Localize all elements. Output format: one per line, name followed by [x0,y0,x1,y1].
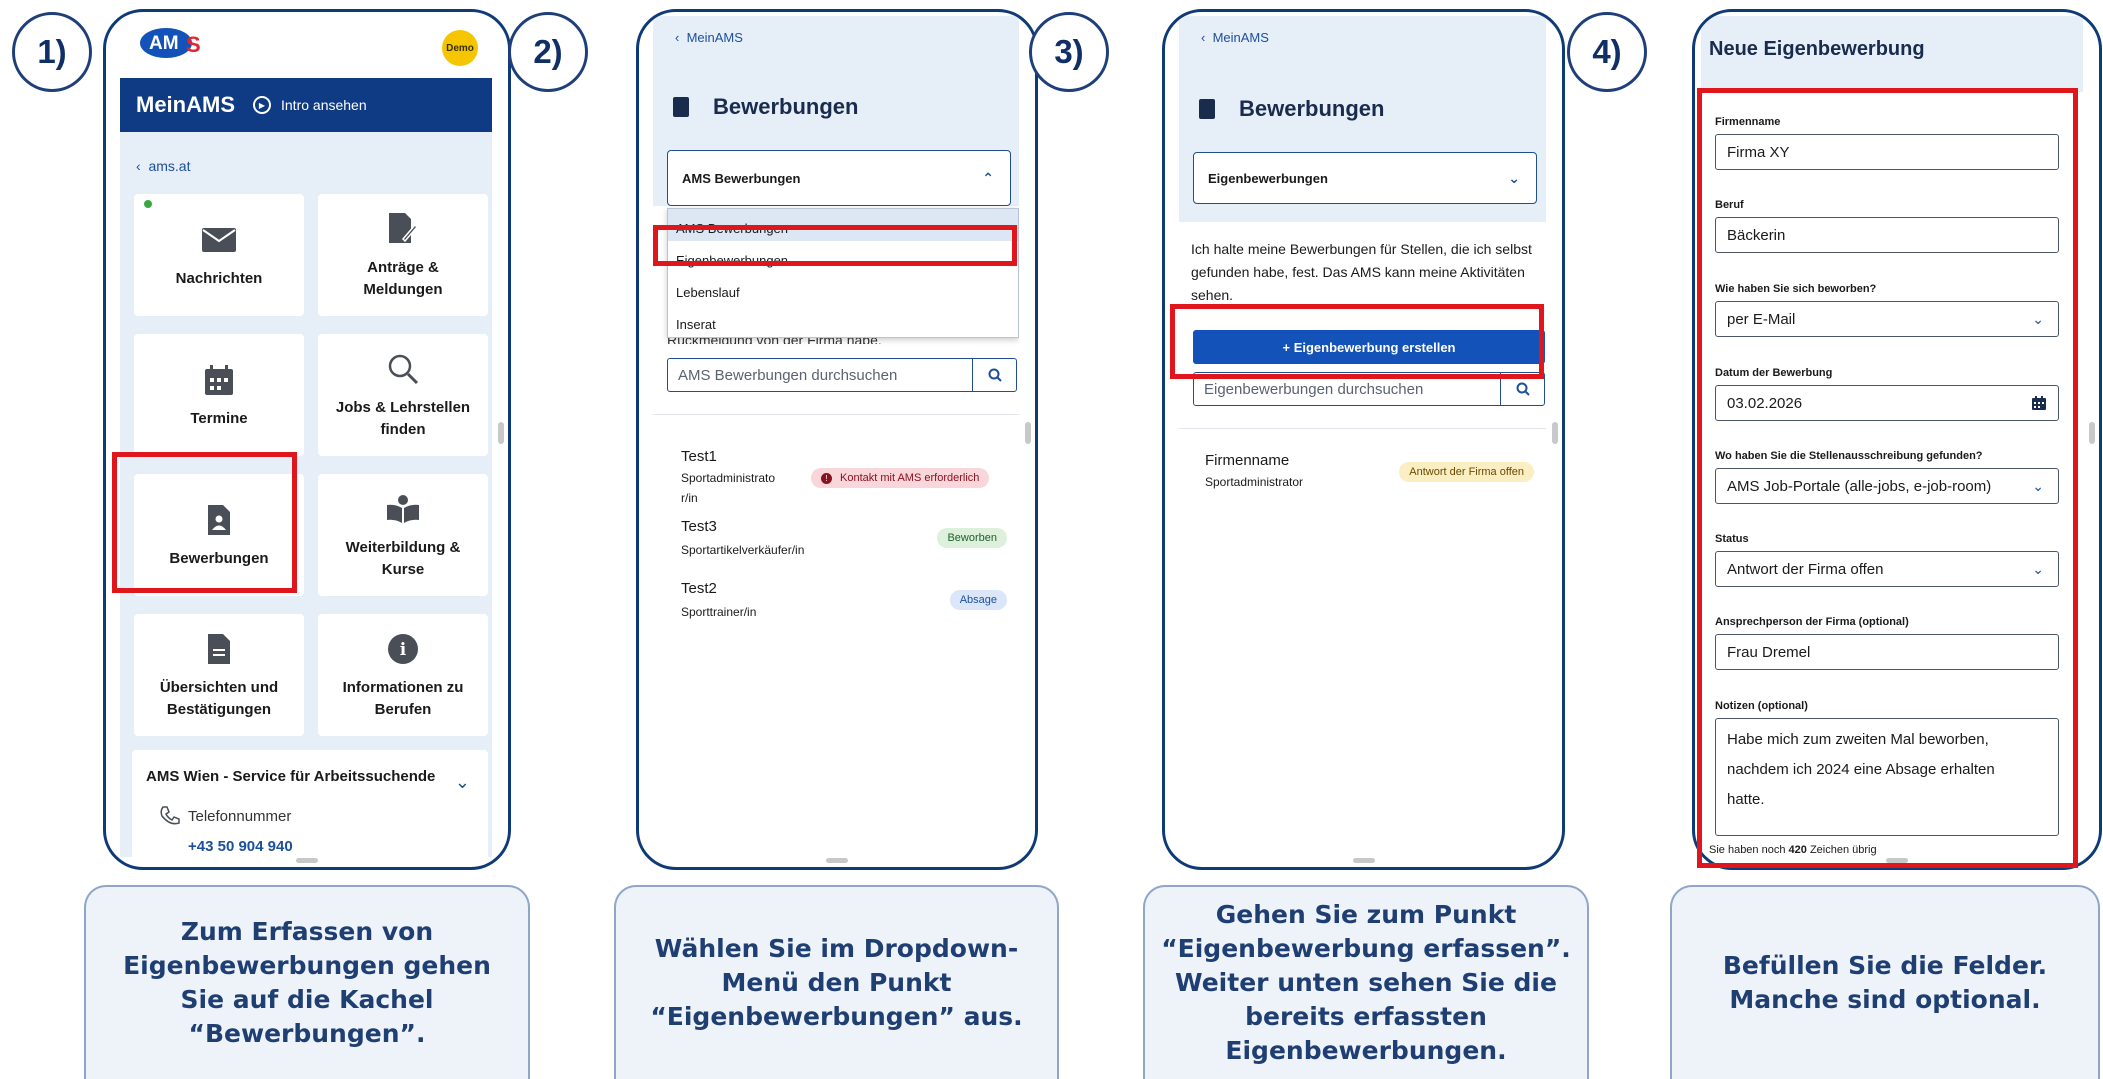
back-link-meinams[interactable]: ‹ MeinAMS [1201,30,1269,45]
app-header: AM S Demo [120,16,492,78]
caption-step-2: Wählen Sie im Dropdown-Menü den Punkt “E… [614,885,1059,1079]
back-link-meinams[interactable]: ‹ MeinAMS [675,30,743,45]
tile-termine[interactable]: Termine [134,334,304,456]
step-2-marker: 2) [508,12,588,92]
reading-icon [383,489,423,529]
intro-link[interactable]: Intro ansehen [281,97,367,113]
phone-label: Telefonnummer [188,808,292,825]
meinams-bar: MeinAMS ▶ Intro ansehen [120,78,492,132]
table-row[interactable]: Test3 Sportartikelverkäufer/in Beworben [653,518,1019,568]
status-badge: ! Kontakt mit AMS erforderlich [811,468,990,488]
phone-panel-2: ‹ MeinAMS Bewerbungen AMS Bewerbungen ⌃ A… [636,9,1038,870]
tile-jobs[interactable]: Jobs & Lehrstellen finden [318,334,488,456]
divider [653,414,1019,415]
service-title: AMS Wien - Service für Arbeitssuchende [146,768,436,785]
step-3-marker: 3) [1029,12,1109,92]
scroll-handle[interactable] [826,858,848,863]
page-title: Bewerbungen [673,94,858,120]
tile-informationen[interactable]: i Informationen zu Berufen [318,614,488,736]
category-select[interactable]: Eigenbewerbungen ⌄ [1193,152,1537,204]
document-icon [199,629,239,669]
envelope-icon [199,220,239,260]
caption-step-4: Befüllen Sie die Felder. Manche sind opt… [1670,885,2100,1079]
status-badge: Absage [949,590,1007,610]
calendar-icon [199,360,239,400]
highlight-create-button [1170,304,1544,379]
step-4-marker: 4) [1567,12,1647,92]
caption-step-1: Zum Erfassen von Eigenbewerbungen gehen … [84,885,530,1079]
phone-icon [160,806,180,831]
search-icon[interactable] [972,359,1016,391]
service-card: AMS Wien - Service für Arbeitssuchende ⌄… [132,750,488,857]
tile-antraege[interactable]: Anträge & Meldungen [318,194,488,316]
meinams-title: MeinAMS [136,92,235,117]
page-title: Bewerbungen [1199,96,1384,122]
chevron-up-icon: ⌃ [982,169,994,186]
scroll-handle[interactable] [1352,858,1375,863]
divider [1179,428,1546,429]
phone-panel-1: AM S Demo MeinAMS ▶ Intro ansehen ‹ ams.… [103,9,511,870]
form-title: Neue Eigenbewerbung [1709,38,1925,60]
tile-weiterbildung[interactable]: Weiterbildung & Kurse [318,474,488,596]
profile-document-icon [673,97,689,117]
table-row[interactable]: Test1 Sportadministrato r/in ! Kontakt m… [653,436,1019,506]
highlight-bewerbungen-tile [112,452,297,593]
tile-uebersichten[interactable]: Übersichten und Bestätigungen [134,614,304,736]
document-edit-icon [383,209,423,249]
search-input[interactable]: AMS Bewerbungen durchsuchen [667,358,1017,392]
scrollbar[interactable] [1025,422,1031,444]
scrollbar[interactable] [2089,422,2095,444]
info-icon: i [383,629,423,669]
svg-text:i: i [400,640,407,660]
ams-logo[interactable]: AM S [140,26,208,62]
play-icon[interactable]: ▶ [253,96,271,114]
highlight-form [1697,88,2078,868]
step-1-marker: 1) [12,12,92,92]
scrollbar[interactable] [1552,422,1558,444]
search-icon [383,349,423,389]
phone-panel-3: ‹ MeinAMS Bewerbungen Eigenbewerbungen ⌄ … [1162,9,1565,870]
chevron-down-icon: ⌄ [1508,169,1520,186]
scroll-handle[interactable] [296,858,318,863]
option-lebenslauf[interactable]: Lebenslauf [668,275,1018,307]
demo-avatar[interactable]: Demo [442,30,478,66]
phone-number-link[interactable]: +43 50 904 940 [188,838,293,855]
back-link-ams[interactable]: ‹ ams.at [136,158,190,174]
status-badge: Antwort der Firma offen [1399,462,1534,482]
option-inserat[interactable]: Inserat [668,307,1018,339]
category-select[interactable]: AMS Bewerbungen ⌃ [667,150,1011,206]
highlight-eigenbewerbungen-option [653,225,1017,266]
unread-dot [144,200,152,208]
caption-step-3: Gehen Sie zum Punkt “Eigenbewerbung erfa… [1143,885,1589,1079]
alert-icon: ! [821,472,832,484]
info-text: Ich halte meine Bewerbungen für Stellen,… [1191,241,1532,303]
chevron-down-icon[interactable]: ⌄ [455,772,470,793]
tile-nachrichten[interactable]: Nachrichten [134,194,304,316]
table-row[interactable]: Test2 Sporttrainer/in Absage [653,580,1019,630]
scrollbar[interactable] [498,422,504,444]
table-row[interactable]: Firmenname Sportadministrator Antwort de… [1179,452,1546,502]
profile-document-icon [1199,99,1215,119]
status-badge: Beworben [937,528,1007,548]
